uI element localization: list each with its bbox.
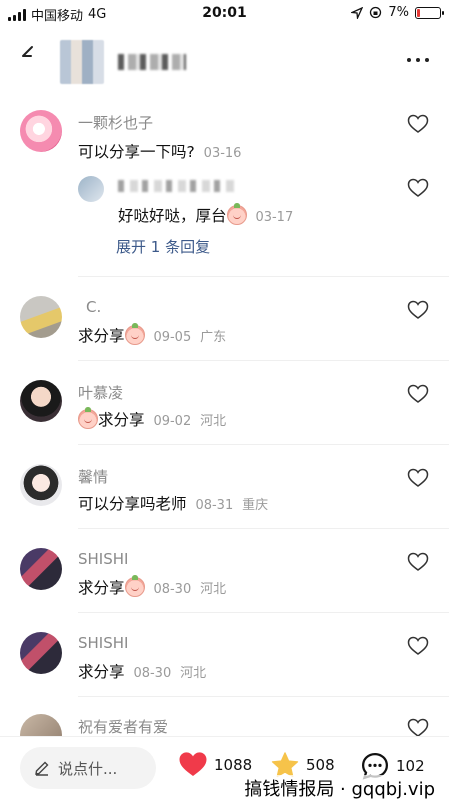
heart-outline-icon[interactable] — [407, 178, 429, 198]
battery-icon — [415, 6, 444, 19]
heart-outline-icon[interactable] — [407, 384, 429, 404]
reply-date: 03-17 — [255, 210, 294, 225]
divider — [78, 276, 449, 277]
like-count: 1088 — [214, 755, 253, 774]
comment-body: 可以分享一下吗? — [78, 143, 195, 161]
divider — [78, 444, 449, 445]
comment-text: 求分享 08-30 河北 — [78, 575, 227, 598]
chat-header — [0, 28, 449, 90]
comment-body: 求分享 — [78, 327, 125, 345]
comment-text: 求分享 08-30 河北 — [78, 660, 206, 682]
comment-date: 08-31 — [195, 498, 234, 513]
heart-outline-icon[interactable] — [407, 114, 429, 134]
heart-outline-icon[interactable] — [407, 636, 429, 656]
avatar[interactable] — [20, 380, 62, 422]
divider — [78, 612, 449, 613]
avatar[interactable] — [20, 296, 62, 338]
comment-date: 09-02 — [153, 414, 192, 429]
comment-username[interactable]: SHISHI — [78, 550, 128, 568]
avatar[interactable] — [20, 464, 62, 506]
more-options-icon[interactable] — [407, 58, 429, 62]
comment-location: 河北 — [200, 414, 227, 429]
comment-body: 可以分享吗老师 — [78, 495, 187, 513]
comment-username[interactable]: SHISHI — [78, 634, 128, 652]
comment-username[interactable]: 叶慕凌 — [78, 382, 123, 403]
comment-text: 可以分享吗老师 08-31 重庆 — [78, 492, 268, 514]
reply-body: 好哒好哒，厚台 — [118, 207, 227, 225]
comment-location: 重庆 — [242, 498, 269, 513]
location-arrow-icon — [351, 6, 364, 19]
comment-date: 03-16 — [203, 146, 242, 161]
avatar[interactable] — [20, 110, 62, 152]
comment-count: 102 — [396, 757, 425, 775]
comment-input-placeholder: 说点什... — [58, 759, 118, 778]
comment-username[interactable]: C. — [86, 298, 101, 316]
favorite-count: 508 — [306, 756, 335, 774]
comment-username[interactable]: 馨情 — [78, 466, 108, 487]
peach-emoji-icon — [78, 407, 98, 429]
orientation-lock-icon — [370, 6, 382, 19]
heart-outline-icon[interactable] — [407, 300, 429, 320]
back-icon[interactable] — [18, 44, 40, 66]
comment-location: 河北 — [180, 666, 207, 681]
watermark-text: 搞钱情报局 · gqqbj.vip — [242, 775, 437, 801]
heart-outline-icon[interactable] — [407, 468, 429, 488]
divider — [78, 360, 449, 361]
comment-location: 河北 — [200, 582, 227, 597]
comment-body: 求分享 — [78, 579, 125, 597]
battery-percent: 7% — [388, 5, 409, 20]
comment-date: 08-30 — [153, 582, 192, 597]
expand-replies-button[interactable]: 展开 1 条回复 — [116, 236, 210, 257]
bottom-action-bar: 说点什... 1088 508 102 搞钱情报局 · gqqbj.vip — [0, 736, 449, 801]
comment-text: 可以分享一下吗? 03-16 — [78, 140, 241, 162]
peach-emoji-icon — [226, 203, 247, 225]
avatar[interactable] — [20, 548, 62, 590]
heart-outline-icon[interactable] — [407, 718, 429, 738]
divider — [78, 696, 449, 697]
heart-filled-icon — [179, 752, 207, 776]
comment-body: 求分享 — [98, 411, 145, 429]
like-button[interactable]: 1088 — [178, 751, 252, 778]
reply-username-blurred[interactable] — [118, 180, 236, 192]
avatar[interactable] — [20, 632, 62, 674]
status-bar: 中国移动 4G 20:01 7% — [0, 0, 449, 28]
divider — [78, 528, 449, 529]
comment-username[interactable]: 祝有爱者有爱 — [78, 716, 168, 737]
comment-date: 08-30 — [133, 666, 172, 681]
header-username-blurred[interactable] — [118, 54, 186, 70]
comment-date: 09-05 — [153, 330, 192, 345]
comment-text: 求分享 09-05 广东 — [78, 323, 227, 346]
comment-input[interactable]: 说点什... — [20, 747, 156, 789]
reply-avatar[interactable] — [78, 176, 104, 202]
comment-username[interactable]: 一颗杉也子 — [78, 112, 153, 133]
heart-outline-icon[interactable] — [407, 552, 429, 572]
comment-body: 求分享 — [78, 663, 125, 681]
peach-emoji-icon — [124, 575, 145, 597]
comment-location: 广东 — [200, 330, 227, 345]
comment-text: 求分享 09-02 河北 — [78, 407, 227, 430]
reply-text: 好哒好哒，厚台 03-17 — [118, 203, 294, 226]
peach-emoji-icon — [124, 323, 145, 345]
header-avatar[interactable] — [60, 40, 104, 84]
pencil-icon — [35, 761, 49, 776]
